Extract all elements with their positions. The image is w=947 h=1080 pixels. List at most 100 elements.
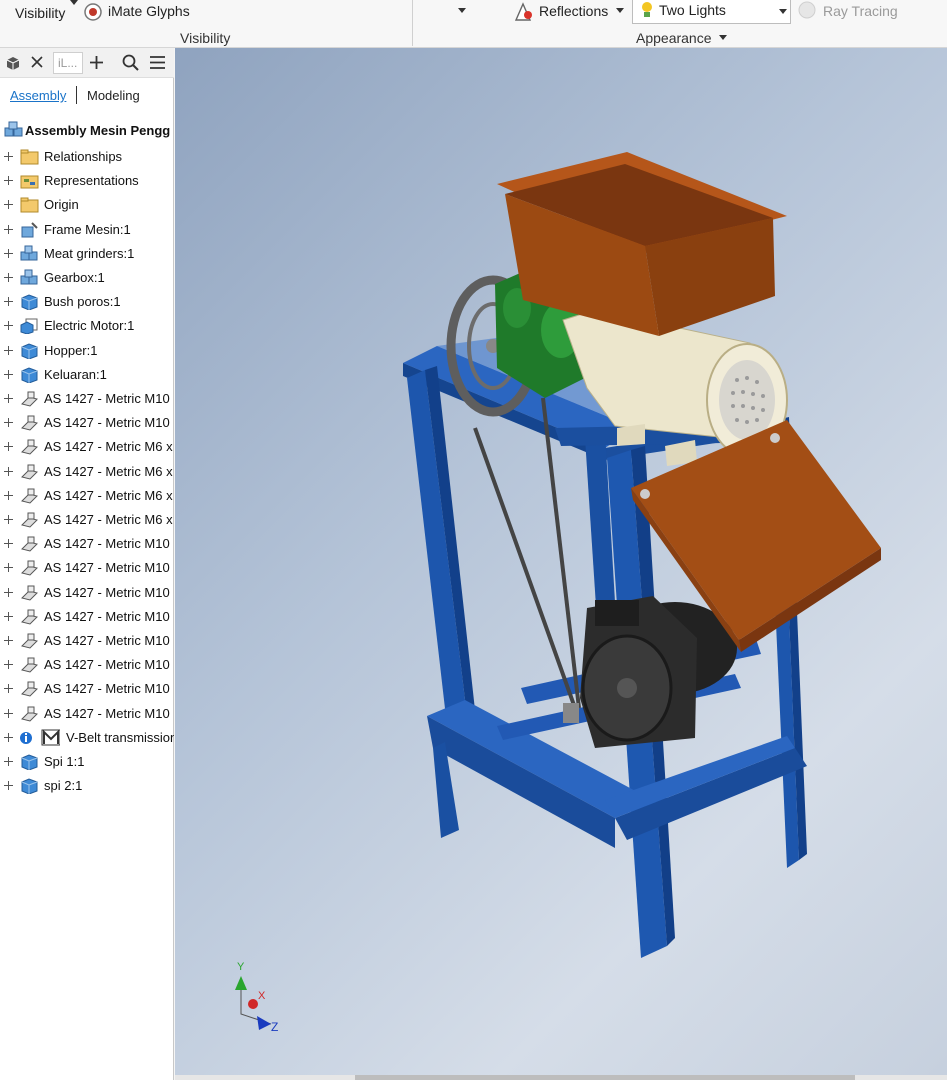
part-icon [21, 343, 38, 359]
derived-part-icon [20, 318, 38, 335]
tree-item-label: AS 1427 - Metric M6 x [44, 487, 173, 503]
imate-glyphs-button[interactable]: iMate Glyphs [108, 3, 190, 19]
horizontal-scrollbar[interactable] [175, 1075, 947, 1080]
tree-item-label: AS 1427 - Metric M6 x [44, 439, 173, 455]
tree-item[interactable]: AS 1427 - Metric M10 [0, 387, 174, 411]
tree-item[interactable]: Keluaran:1 [0, 363, 174, 387]
part-icon [21, 294, 38, 311]
expand-icon[interactable] [4, 297, 13, 307]
tree-item[interactable]: Relationships [0, 145, 174, 169]
expand-icon[interactable] [4, 321, 13, 331]
tab-assembly[interactable]: Assembly [10, 88, 66, 103]
model-cube-icon[interactable] [5, 55, 21, 71]
chevron-down-icon[interactable] [779, 9, 787, 14]
appearance-dropdown-icon[interactable] [719, 35, 727, 40]
appearance-group-label[interactable]: Appearance [636, 30, 712, 46]
expand-icon[interactable] [4, 466, 13, 476]
graphics-viewport[interactable]: Y X Z [175, 48, 947, 1075]
imate-glyphs-icon[interactable] [83, 2, 103, 22]
tree-item[interactable]: V-Belt transmission [0, 726, 174, 750]
browser-tab[interactable]: iL... [53, 52, 83, 74]
expand-icon[interactable] [4, 636, 13, 645]
expand-icon[interactable] [4, 345, 13, 355]
reflections-icon[interactable] [512, 0, 534, 22]
expand-icon[interactable] [4, 563, 13, 573]
expand-icon[interactable] [4, 539, 13, 549]
tree-item[interactable]: AS 1427 - Metric M10 [0, 605, 174, 629]
expand-icon[interactable] [4, 152, 13, 161]
expand-icon[interactable] [4, 200, 13, 210]
expand-icon[interactable] [4, 660, 13, 670]
tree-item[interactable]: AS 1427 - Metric M10 [0, 556, 174, 580]
model-browser-panel: iL... Assembly Modeling Assembly Mesin P… [0, 48, 174, 1080]
subassembly-icon [20, 245, 38, 261]
tree-item[interactable]: AS 1427 - Metric M6 x [0, 435, 174, 459]
tree-item[interactable]: AS 1427 - Metric M10 [0, 677, 174, 701]
expand-icon[interactable] [4, 515, 13, 524]
tree-item-label: AS 1427 - Metric M10 [44, 705, 170, 721]
browser-toolbar: iL... [0, 48, 174, 78]
expand-icon[interactable] [4, 273, 13, 282]
tree-item[interactable]: Meat grinders:1 [0, 242, 174, 266]
tree-item[interactable]: AS 1427 - Metric M10 [0, 653, 174, 677]
expand-icon[interactable] [4, 757, 13, 766]
expand-icon[interactable] [4, 224, 13, 234]
tree-item[interactable]: Frame Mesin:1 [0, 218, 174, 242]
expand-icon[interactable] [4, 248, 13, 258]
expand-icon[interactable] [4, 418, 13, 428]
expand-icon[interactable] [4, 611, 13, 621]
expand-icon[interactable] [4, 708, 13, 718]
tree-item[interactable]: Electric Motor:1 [0, 314, 174, 338]
tree-item[interactable]: AS 1427 - Metric M6 x [0, 484, 174, 508]
view-dropdown-icon[interactable] [458, 8, 466, 13]
menu-icon[interactable] [149, 55, 166, 70]
fastener-icon [21, 536, 38, 552]
tree-item[interactable]: Representations [0, 169, 174, 193]
expand-icon[interactable] [4, 781, 13, 791]
close-icon[interactable] [30, 55, 44, 69]
tree-item[interactable]: Hopper:1 [0, 339, 174, 363]
visibility-button[interactable]: Visibility [15, 5, 65, 21]
assembly-model-render [403, 152, 881, 958]
tree-item[interactable]: Spi 1:1 [0, 750, 174, 774]
visibility-dropdown-icon[interactable] [70, 0, 78, 5]
tree-item[interactable]: AS 1427 - Metric M10 [0, 532, 174, 556]
design-accelerator-icon [20, 729, 60, 746]
tree-item[interactable]: spi 2:1 [0, 774, 174, 798]
tree-item-label: spi 2:1 [44, 778, 83, 794]
tree-item[interactable]: Origin [0, 193, 174, 217]
expand-icon[interactable] [4, 369, 13, 379]
ray-tracing-button[interactable]: Ray Tracing [823, 3, 898, 19]
expand-icon[interactable] [4, 684, 13, 694]
expand-icon[interactable] [4, 732, 13, 742]
add-icon[interactable] [89, 55, 104, 70]
tree-item[interactable]: Gearbox:1 [0, 266, 174, 290]
y-axis-arrow [235, 976, 247, 990]
tree-item-label: Frame Mesin:1 [44, 221, 131, 237]
scrollbar-thumb[interactable] [355, 1075, 855, 1080]
tree-item[interactable]: AS 1427 - Metric M6 x [0, 460, 174, 484]
expand-icon[interactable] [4, 587, 13, 597]
fastener-icon [21, 439, 38, 455]
tree-item[interactable]: AS 1427 - Metric M6 x [0, 508, 174, 532]
tree-item[interactable]: AS 1427 - Metric M10 [0, 629, 174, 653]
part-icon [21, 754, 38, 770]
tree-item[interactable]: Bush poros:1 [0, 290, 174, 314]
expand-icon[interactable] [4, 490, 13, 500]
tree-item-label: AS 1427 - Metric M10 [44, 415, 170, 431]
tab-modeling[interactable]: Modeling [87, 88, 140, 103]
lighting-style-select[interactable]: Two Lights [632, 0, 791, 24]
x-axis-label: X [258, 990, 266, 1002]
reflections-dropdown-icon[interactable] [616, 8, 624, 13]
electric-motor[interactable] [580, 596, 737, 748]
tree-item[interactable]: AS 1427 - Metric M10 [0, 702, 174, 726]
tree-item[interactable]: AS 1427 - Metric M10 [0, 581, 174, 605]
tree-item[interactable]: AS 1427 - Metric M10 [0, 411, 174, 435]
expand-icon[interactable] [4, 176, 13, 186]
reflections-button[interactable]: Reflections [539, 3, 608, 19]
search-icon[interactable] [122, 54, 139, 71]
expand-icon[interactable] [4, 394, 13, 403]
ray-tracing-icon[interactable] [797, 0, 817, 20]
expand-icon[interactable] [4, 442, 13, 452]
fastener-icon [21, 464, 38, 480]
